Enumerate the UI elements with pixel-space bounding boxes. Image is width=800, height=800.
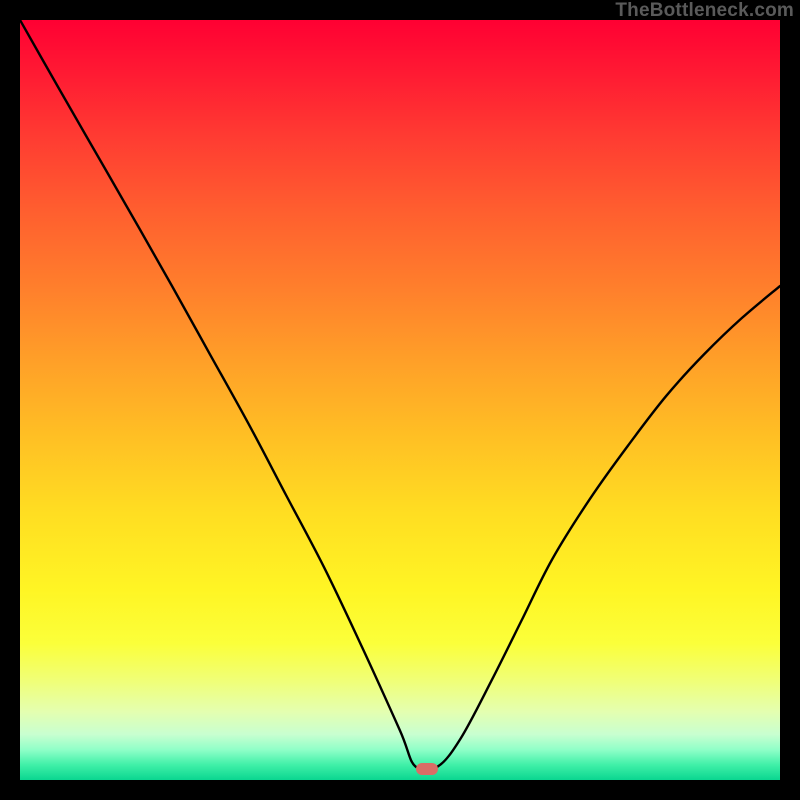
minimum-marker (416, 763, 438, 775)
plot-area (20, 20, 780, 780)
chart-frame: TheBottleneck.com (0, 0, 800, 800)
bottleneck-curve (20, 20, 780, 780)
watermark-text: TheBottleneck.com (615, 0, 794, 22)
